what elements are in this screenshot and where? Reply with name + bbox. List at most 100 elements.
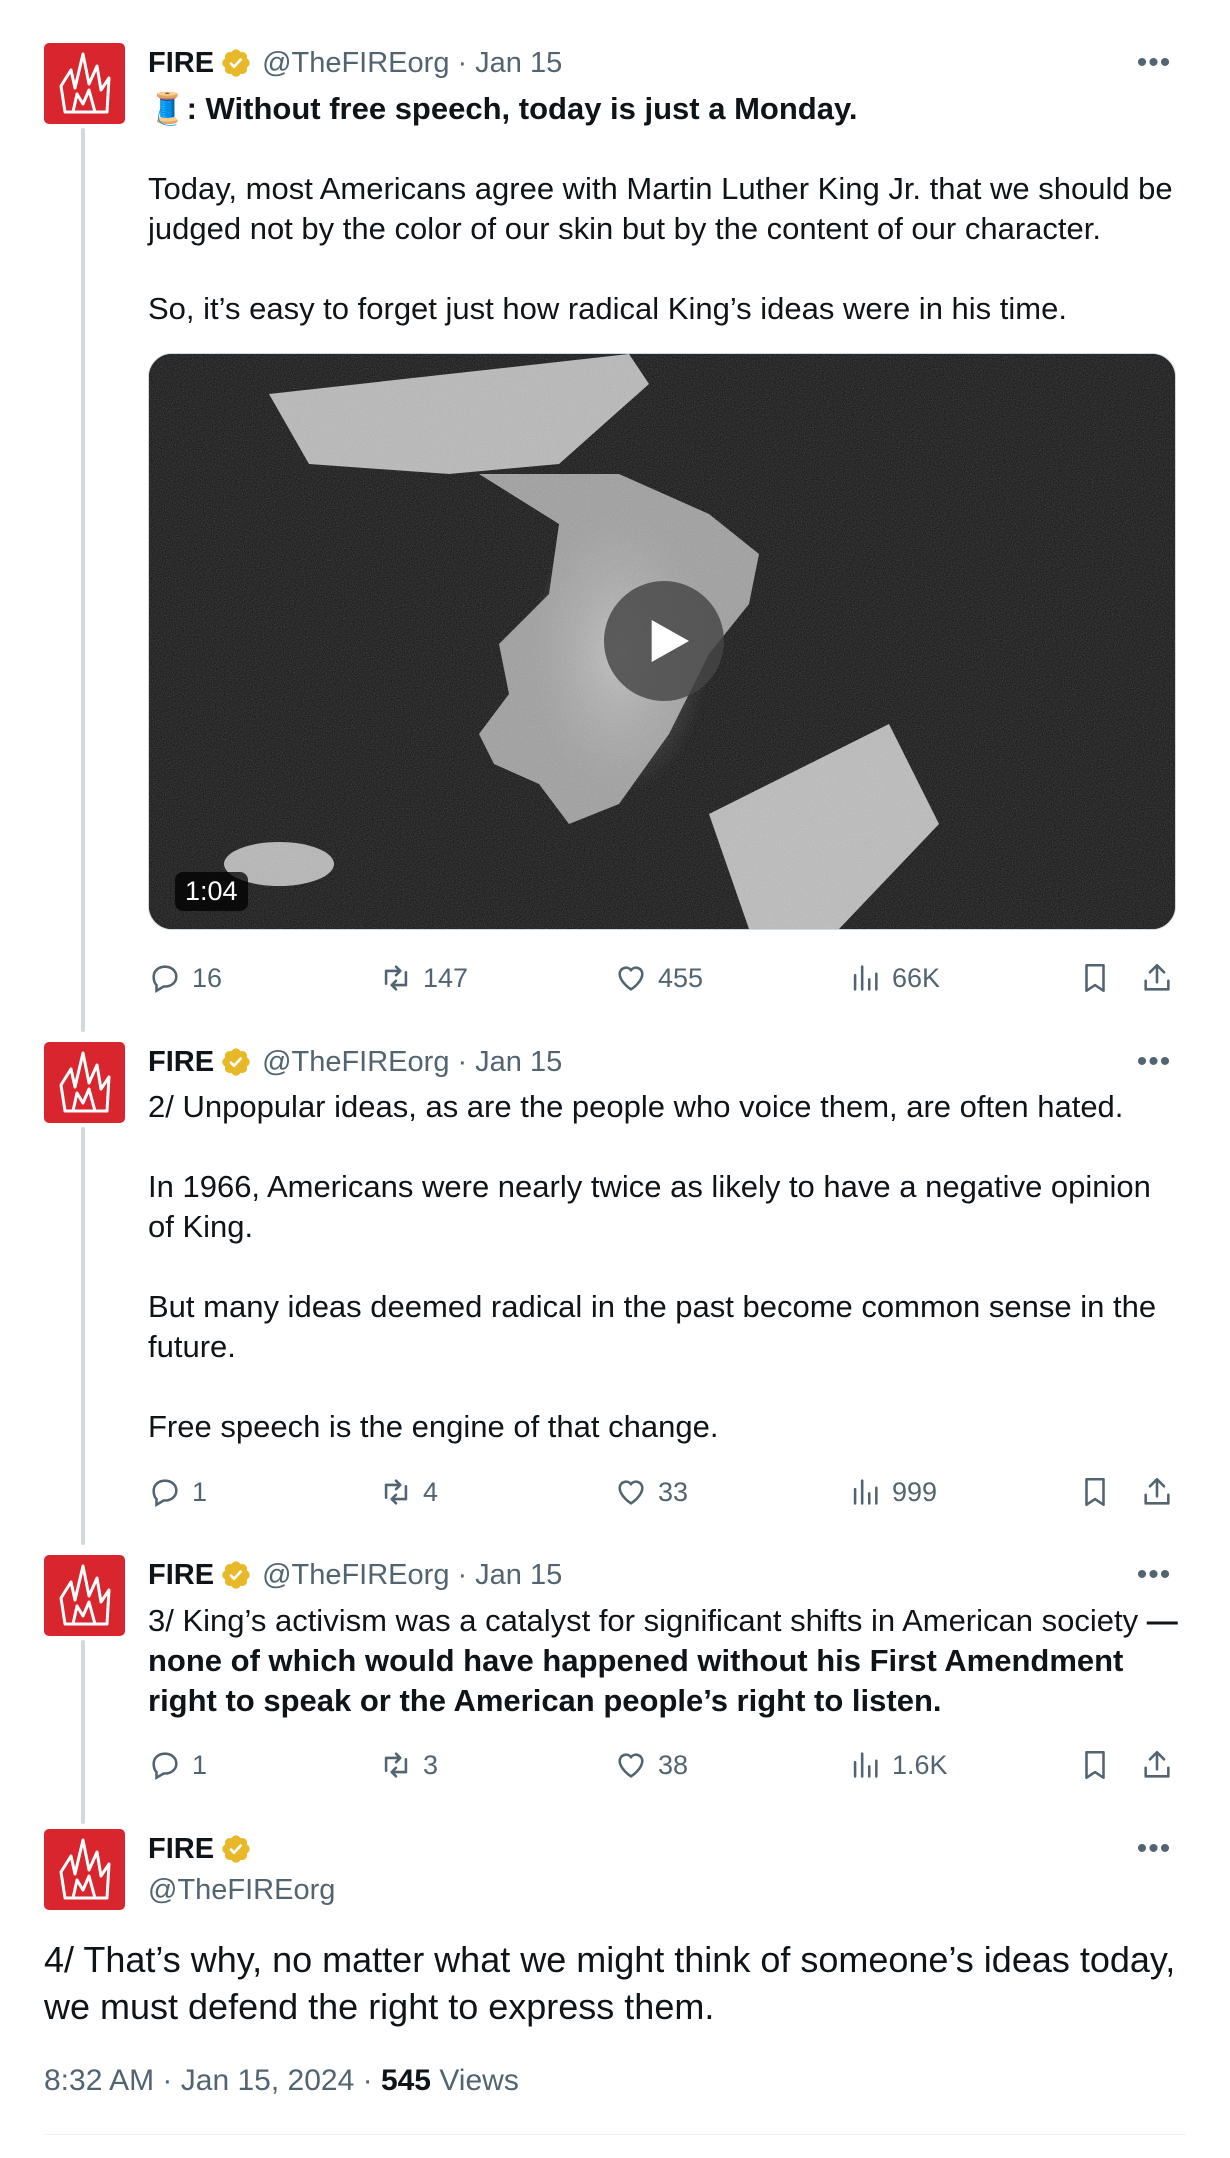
display-name[interactable]: FIRE — [148, 1046, 214, 1079]
verified-badge-icon — [220, 1559, 252, 1591]
bookmark-button[interactable] — [1078, 1472, 1112, 1512]
thread-emoji: 🧵 — [148, 91, 187, 126]
retweet-button[interactable]: 3 — [379, 1745, 438, 1785]
like-count: 33 — [658, 1476, 689, 1507]
reply-icon — [152, 1479, 178, 1508]
share-button[interactable] — [1140, 958, 1174, 998]
share-button[interactable] — [1140, 1745, 1174, 1785]
tweet-date[interactable]: Jan 15 — [475, 1046, 562, 1079]
divider — [44, 2134, 1186, 2135]
video-duration: 1:04 — [175, 872, 248, 911]
reply-count: 16 — [192, 962, 223, 993]
handle[interactable]: @TheFIREorg — [148, 1874, 335, 1907]
action-bar: 1 4 33 999 — [148, 1472, 1178, 1512]
views-label: Views — [439, 2064, 519, 2097]
separator-dot: · — [457, 46, 468, 79]
retweet-count: 4 — [423, 1476, 439, 1507]
tweet-header: FIRE @TheFIREorg · Jan 15 — [148, 1555, 562, 1595]
separator-dot: · — [457, 1558, 468, 1591]
play-button[interactable] — [604, 581, 724, 701]
play-icon — [651, 620, 689, 662]
like-button[interactable]: 38 — [614, 1745, 688, 1785]
avatar[interactable] — [44, 1829, 125, 1910]
video-player[interactable]: 1:04 — [148, 353, 1176, 930]
like-button[interactable]: 455 — [614, 958, 703, 998]
reply-button[interactable]: 16 — [148, 958, 222, 998]
share-button[interactable] — [1140, 1472, 1174, 1512]
views-icon — [853, 1752, 878, 1778]
tweet-text: 3/ King’s activism was a catalyst for si… — [148, 1601, 1178, 1721]
separator-dot: · — [362, 2064, 373, 2097]
fire-logo-icon — [59, 1838, 110, 1899]
bookmark-icon — [1085, 1477, 1105, 1507]
bookmark-button[interactable] — [1078, 1745, 1112, 1785]
more-icon[interactable]: ••• — [1134, 46, 1174, 79]
handle[interactable]: @TheFIREorg — [262, 47, 449, 80]
tweet-date[interactable]: Jan 15 — [475, 47, 562, 80]
display-name[interactable]: FIRE — [148, 1559, 214, 1592]
reply-button[interactable]: 1 — [148, 1745, 207, 1785]
verified-badge-icon — [220, 1046, 252, 1078]
tweet-header: FIRE @TheFIREorg · Jan 15 — [148, 43, 562, 83]
tweet-full-date[interactable]: Jan 15, 2024 — [181, 2064, 354, 2097]
bookmark-button[interactable] — [1078, 958, 1112, 998]
like-button[interactable]: 33 — [614, 1472, 688, 1512]
tweet-text-plain: 3/ King’s activism was a catalyst for si… — [148, 1603, 1139, 1638]
tweet-headline: : Without free speech, today is just a M… — [186, 91, 858, 126]
view-count: 66K — [892, 962, 941, 993]
avatar[interactable] — [44, 1555, 125, 1636]
thread-line — [81, 128, 85, 1032]
verified-badge-icon — [220, 47, 252, 79]
avatar[interactable] — [44, 43, 125, 124]
like-icon — [618, 966, 644, 991]
tweet-paragraph: 2/ Unpopular ideas, as are the people wh… — [148, 1089, 1124, 1124]
retweet-icon — [384, 1752, 408, 1778]
views-button[interactable]: 66K — [848, 958, 940, 998]
tweet-time[interactable]: 8:32 AM — [44, 2064, 154, 2097]
verified-badge-icon — [220, 1833, 252, 1865]
reply-count: 1 — [192, 1749, 208, 1780]
separator-dot: · — [162, 2064, 173, 2097]
separator-dot: · — [457, 1045, 468, 1078]
views-icon — [853, 1479, 878, 1505]
share-icon — [1144, 1477, 1170, 1505]
thread-line — [81, 1127, 85, 1545]
view-count: 999 — [892, 1476, 938, 1507]
tweet-text: 2/ Unpopular ideas, as are the people wh… — [148, 1087, 1178, 1447]
views-button[interactable]: 999 — [848, 1472, 937, 1512]
views-icon — [853, 965, 878, 991]
handle[interactable]: @TheFIREorg — [262, 1559, 449, 1592]
view-count: 1.6K — [892, 1749, 948, 1780]
more-icon[interactable]: ••• — [1134, 1045, 1174, 1078]
display-name[interactable]: FIRE — [148, 47, 214, 80]
action-bar: 1 3 38 1.6K — [148, 1745, 1178, 1785]
display-name[interactable]: FIRE — [148, 1833, 214, 1866]
retweet-count: 147 — [423, 962, 469, 993]
retweet-button[interactable]: 4 — [379, 1472, 438, 1512]
like-icon — [618, 1480, 644, 1505]
more-icon[interactable]: ••• — [1134, 1832, 1174, 1865]
tweet-paragraph: But many ideas deemed radical in the pas… — [148, 1289, 1157, 1364]
like-icon — [618, 1753, 644, 1778]
tweet-text: 🧵: Without free speech, today is just a … — [148, 89, 1178, 329]
like-count: 455 — [658, 962, 704, 993]
author-name-row: FIRE — [148, 1829, 262, 1869]
retweet-button[interactable]: 147 — [379, 958, 468, 998]
handle[interactable]: @TheFIREorg — [262, 1046, 449, 1079]
tweet-paragraph: Today, most Americans agree with Martin … — [148, 171, 1173, 246]
more-icon[interactable]: ••• — [1134, 1558, 1174, 1591]
retweet-count: 3 — [423, 1749, 439, 1780]
reply-button[interactable]: 1 — [148, 1472, 207, 1512]
reply-icon — [152, 965, 178, 994]
share-icon — [1144, 963, 1170, 991]
retweet-icon — [384, 1479, 408, 1505]
tweet-paragraph: So, it’s easy to forget just how radical… — [148, 291, 1067, 326]
tweet-paragraph: Free speech is the engine of that change… — [148, 1409, 719, 1444]
fire-logo-icon — [59, 1564, 110, 1625]
views-button[interactable]: 1.6K — [848, 1745, 948, 1785]
avatar[interactable] — [44, 1042, 125, 1123]
tweet-header: FIRE @TheFIREorg · Jan 15 — [148, 1042, 562, 1082]
views-count: 545 — [380, 2064, 431, 2097]
tweet-date[interactable]: Jan 15 — [475, 1559, 562, 1592]
fire-logo-icon — [59, 1051, 110, 1112]
